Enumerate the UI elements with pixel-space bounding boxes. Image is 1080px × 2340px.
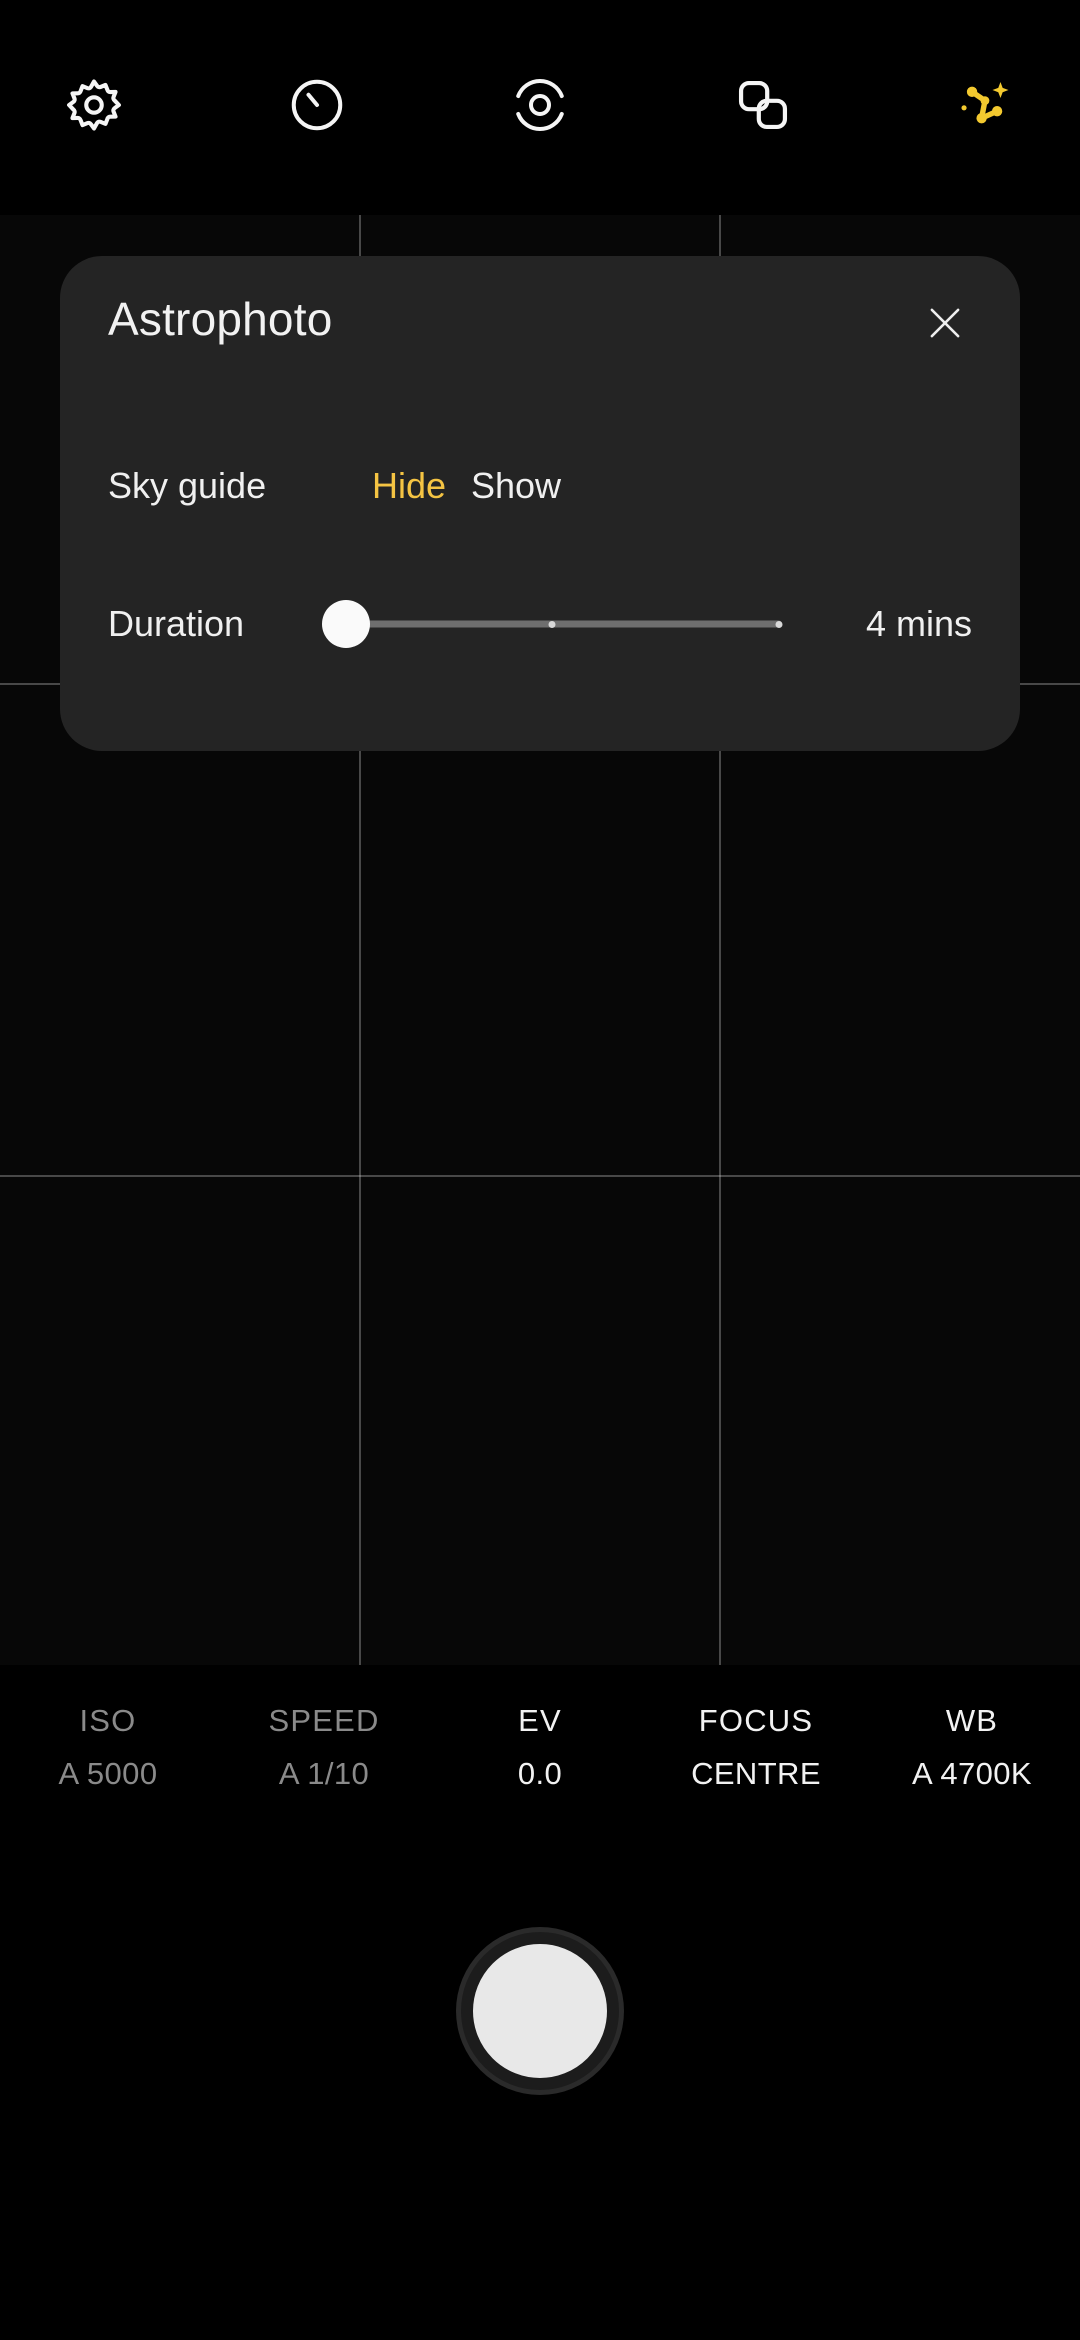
duration-slider-thumb[interactable] <box>322 600 370 648</box>
duration-slider[interactable] <box>322 586 798 662</box>
info-key-ev: EV <box>518 1703 562 1738</box>
close-icon <box>924 302 966 349</box>
top-toolbar <box>0 0 1080 215</box>
info-column-wb[interactable]: WB A 4700K <box>864 1665 1080 1792</box>
info-value-wb: A 4700K <box>911 1756 1033 1791</box>
info-key-iso: ISO <box>79 1703 137 1738</box>
info-column-focus[interactable]: FOCUS CENTRE <box>648 1665 864 1792</box>
duration-slider-tick-1 <box>548 620 556 628</box>
astrophoto-panel: Astrophoto Sky guide Hide Show Duration <box>60 256 1020 751</box>
info-key-speed: SPEED <box>268 1703 380 1738</box>
info-key-focus: FOCUS <box>698 1703 814 1738</box>
info-value-focus: CENTRE <box>691 1756 821 1791</box>
timer-icon <box>287 75 347 140</box>
info-key-wb: WB <box>945 1703 999 1738</box>
duration-slider-track[interactable] <box>360 620 783 628</box>
multi-frame-icon <box>735 77 791 138</box>
multi-frame-button[interactable] <box>703 48 823 168</box>
sky-guide-option-show[interactable]: Show <box>471 465 561 507</box>
panel-header: Astrophoto <box>60 256 1020 381</box>
info-value-iso: A 5000 <box>58 1756 158 1791</box>
info-column-speed[interactable]: SPEED A 1/10 <box>216 1665 432 1792</box>
timer-button[interactable] <box>257 48 377 168</box>
info-column-iso[interactable]: ISO A 5000 <box>0 1665 216 1792</box>
duration-label: Duration <box>108 603 245 644</box>
astrophoto-icon <box>955 74 1017 141</box>
duration-row: Duration 4 mins <box>60 586 1020 662</box>
settings-button[interactable] <box>34 48 154 168</box>
astrophoto-button[interactable] <box>926 48 1046 168</box>
duration-value: 4 mins <box>865 603 972 644</box>
sky-guide-row: Sky guide Hide Show <box>60 448 1020 524</box>
camera-screen: Astrophoto Sky guide Hide Show Duration <box>0 0 1080 2340</box>
motion-photo-icon <box>510 75 570 140</box>
info-column-ev[interactable]: EV 0.0 <box>432 1665 648 1792</box>
panel-title: Astrophoto <box>108 293 333 345</box>
info-value-ev: 0.0 <box>517 1756 563 1791</box>
grid-line-horizontal-2 <box>0 1175 1080 1177</box>
motion-photo-button[interactable] <box>480 48 600 168</box>
camera-info-bar: ISO A 5000 SPEED A 1/10 EV 0.0 FOCUS CEN… <box>0 1665 1080 1855</box>
settings-icon <box>65 76 123 139</box>
info-value-speed: A 1/10 <box>278 1756 370 1791</box>
close-button[interactable] <box>904 284 986 366</box>
sky-guide-option-hide[interactable]: Hide <box>372 465 446 507</box>
duration-slider-tick-2 <box>775 620 783 628</box>
sky-guide-label: Sky guide <box>108 465 267 506</box>
shutter-button[interactable] <box>461 1932 619 2090</box>
